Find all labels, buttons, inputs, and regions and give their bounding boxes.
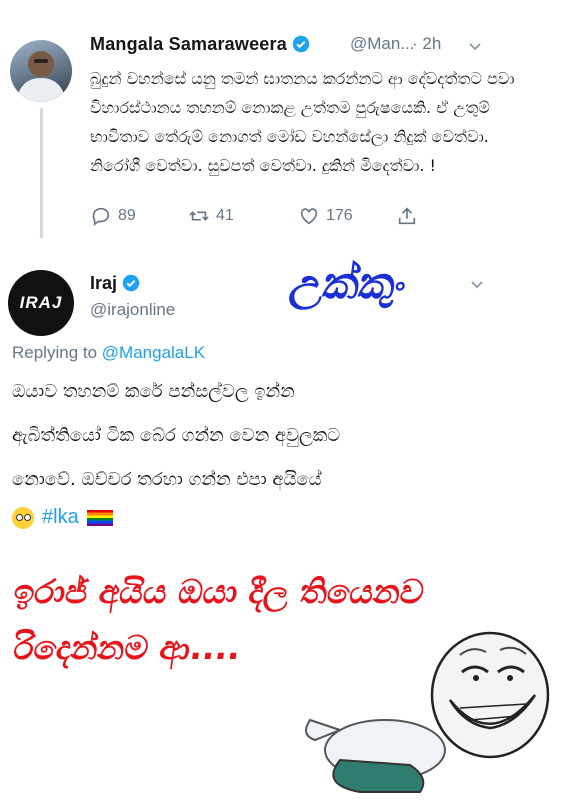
reply-icon [92,207,110,226]
tweet-line: ඇබිත්තියෝ ටික බේර ගන්න වෙන අවුලකට [12,425,341,446]
troll-face-figure-icon [305,631,550,793]
author-name[interactable]: Iraj [90,273,140,294]
verified-badge-icon [122,274,140,292]
retweet-icon [189,211,209,221]
avatar-mangala[interactable] [10,40,72,102]
retweet-count: 41 [216,207,234,224]
like-count: 176 [326,207,353,224]
verified-badge-icon [292,35,310,53]
eye-roll-emoji-icon [12,506,34,529]
overlay-caption-line: රිදෙන්නම ආ.... [11,628,244,667]
reply-count: 89 [118,207,136,224]
timestamp[interactable]: · 2h [412,34,441,54]
thread-line [40,108,43,238]
chevron-down-icon[interactable] [468,40,482,54]
tweet-text: ඔයාව තහනම් කරේ පන්සල්වල ඉන්න ඇබිත්තියෝ ට… [12,370,532,502]
avatar-iraj[interactable]: IRAJ [8,270,74,336]
rainbow-flag-icon [86,509,113,526]
overlay-ukkum-text: උක්කුං [286,258,410,309]
share-button[interactable] [396,205,418,227]
replying-to: Replying to @MangalaLK [12,343,206,362]
author-handle[interactable]: @Man... [350,34,415,54]
tweet-iraj: IRAJ Iraj @irajonline උක්කුං Replying to… [0,248,565,548]
tweet-text: බුදුන් වහන්සේ යනු තමන් ඝාතනය කරන්නට ආ දේ… [90,69,515,175]
replying-to-link[interactable]: @MangalaLK [102,343,205,362]
hashtag-link[interactable]: #lka [42,506,79,529]
author-handle[interactable]: @irajonline [90,300,175,320]
tweet-actions: 89 41 176 [90,205,530,229]
tweet-tags: #lka [12,506,113,529]
retweet-button[interactable]: 41 [188,205,234,227]
tweet-line: නොවේ. ඔච්චර තරහා ගන්න එපා අයියේ [12,469,322,490]
reply-button[interactable]: 89 [90,205,136,227]
chevron-down-icon[interactable] [470,278,484,292]
tweet-mangala: Mangala Samaraweera @Man... · 2h බුදුන් … [0,0,565,245]
like-icon [300,208,318,225]
tweet-line: ඔයාව තහනම් කරේ පන්සල්වල ඉන්න [12,381,295,402]
author-name[interactable]: Mangala Samaraweera [90,34,310,55]
like-button[interactable]: 176 [298,205,353,227]
share-icon [398,207,416,225]
